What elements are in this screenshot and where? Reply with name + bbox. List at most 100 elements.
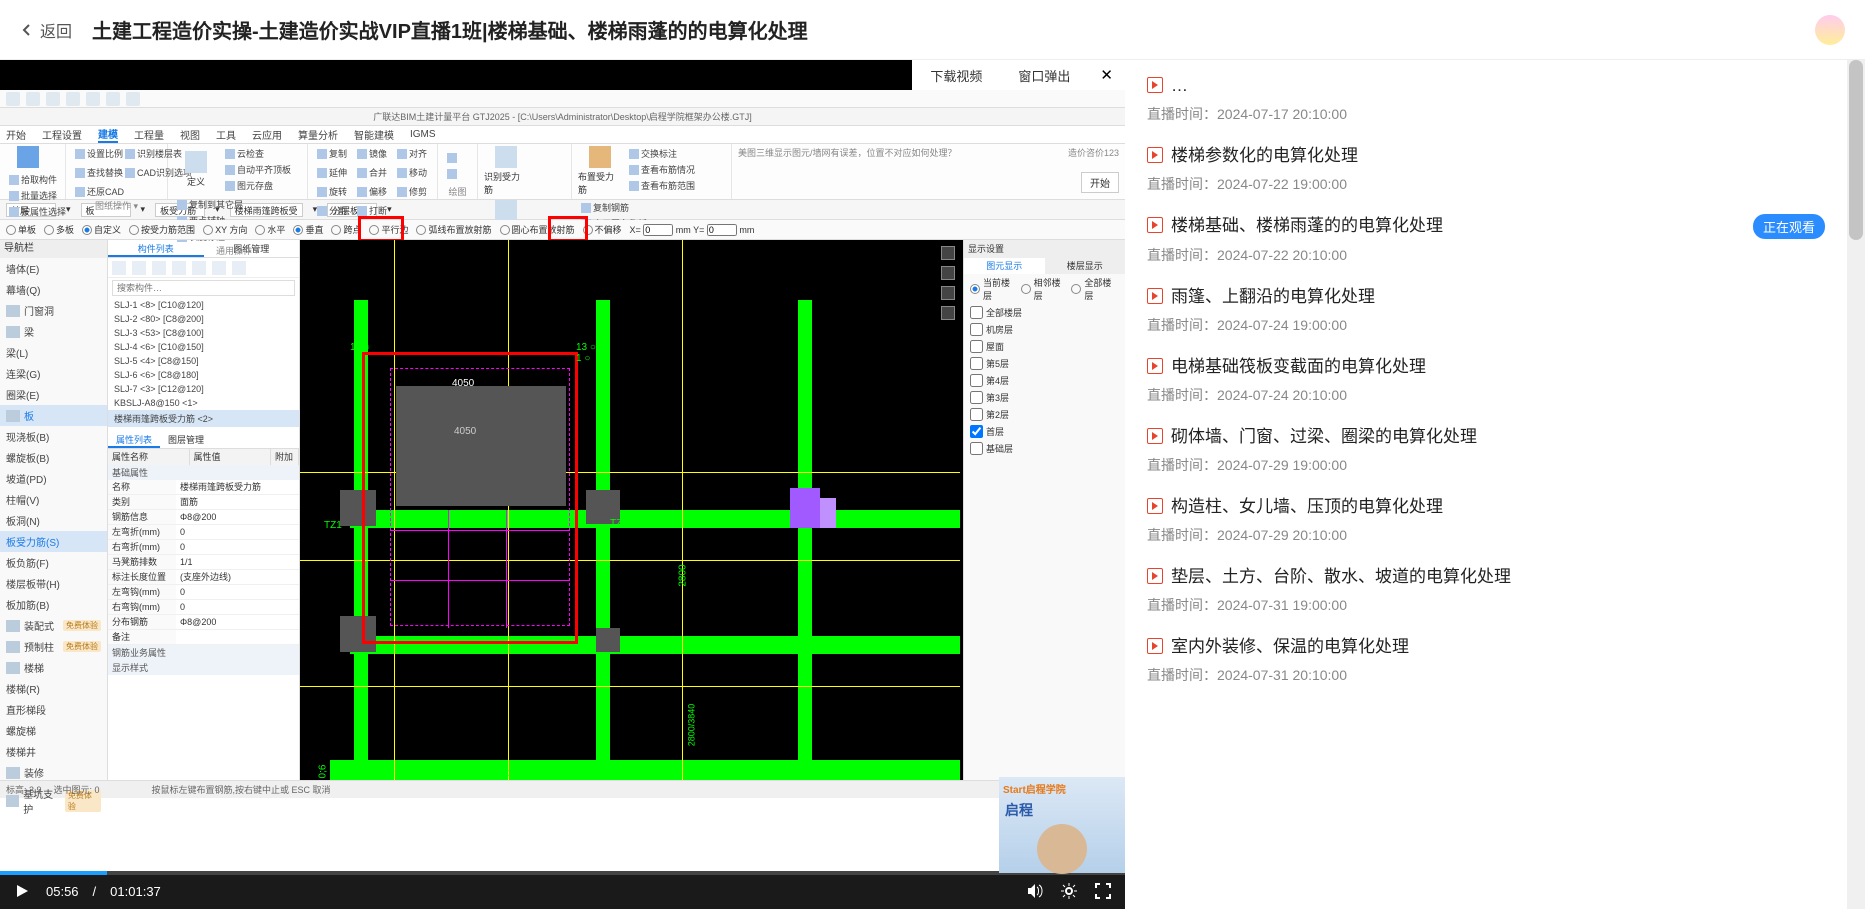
menu-3[interactable]: 工程量	[134, 127, 164, 142]
playlist-item[interactable]: 电梯基础筏板变截面的电算化处理直播时间：2024-07-24 20:10:00	[1125, 345, 1847, 415]
play-icon[interactable]	[12, 881, 32, 901]
floor-item[interactable]: 屋面	[964, 338, 1125, 355]
nav-item[interactable]: 楼梯井	[0, 741, 107, 762]
component-item[interactable]: SLJ-5 <4> [C8@150]	[108, 354, 299, 368]
menu-8[interactable]: 智能建模	[354, 127, 394, 142]
nav-item[interactable]: 螺旋板(B)	[0, 447, 107, 468]
place-opt-3[interactable]: 按受力筋范围	[129, 223, 195, 236]
place-opt-11[interactable]: 不偏移	[583, 223, 622, 236]
menu-9[interactable]: IGMS	[410, 129, 436, 140]
menu-1[interactable]: 工程设置	[42, 127, 82, 142]
component-item[interactable]: KBSLJ-A8@150 <1>	[108, 396, 299, 410]
place-opt-2[interactable]: 自定义	[82, 223, 121, 236]
floor-item[interactable]: 第5层	[964, 355, 1125, 372]
nav-item[interactable]: 装修	[0, 762, 107, 783]
component-item[interactable]: SLJ-3 <53> [C8@100]	[108, 326, 299, 340]
nav-item[interactable]: 现浇板(B)	[0, 426, 107, 447]
playlist-item[interactable]: 砌体墙、门窗、过梁、圈梁的电算化处理直播时间：2024-07-29 19:00:…	[1125, 415, 1847, 485]
fullscreen-icon[interactable]	[1093, 881, 1113, 901]
settings-icon[interactable]	[1059, 881, 1079, 901]
ribbon[interactable]: 拾取构件 批量选择 按属性选择 选择 设置比例 识别楼层表 查找替换 CAD识别…	[0, 144, 1125, 200]
floor-item[interactable]: 第4层	[964, 372, 1125, 389]
floor-item[interactable]: 全部楼层	[964, 304, 1125, 321]
player-controls[interactable]: 05:56 / 01:01:37	[0, 873, 1125, 909]
nav-item[interactable]: 装配式免费体验	[0, 615, 107, 636]
menu-2[interactable]: 建模	[98, 126, 118, 143]
menu-5[interactable]: 工具	[216, 127, 236, 142]
nav-item[interactable]: 板受力筋(S)	[0, 531, 107, 552]
playlist-panel[interactable]: …直播时间：2024-07-17 20:10:00楼梯参数化的电算化处理直播时间…	[1125, 60, 1847, 909]
playlist-item[interactable]: 楼梯基础、楼梯雨蓬的的电算化处理正在观看直播时间：2024-07-22 20:1…	[1125, 204, 1847, 275]
floor-item[interactable]: 第2层	[964, 406, 1125, 423]
place-opt-7[interactable]: 跨点	[331, 223, 361, 236]
nav-item[interactable]: 墙体(E)	[0, 258, 107, 279]
nav-panel[interactable]: 导航栏 墙体(E)幕墙(Q)门窗洞梁梁(L)连梁(G)圈梁(E)板现浇板(B)螺…	[0, 240, 108, 780]
playlist-scrollbar[interactable]	[1847, 60, 1865, 909]
display-settings-panel[interactable]: 显示设置 图元显示 楼层显示 当前楼层 相邻楼层 全部楼层 全部楼层 机房层 屋…	[963, 240, 1125, 780]
popout-window-button[interactable]: 窗口弹出	[1000, 66, 1088, 85]
component-item[interactable]: SLJ-7 <3> [C12@120]	[108, 382, 299, 396]
floor-item[interactable]: 第3层	[964, 389, 1125, 406]
component-search-input[interactable]	[112, 280, 295, 296]
nav-item[interactable]: 圈梁(E)	[0, 384, 107, 405]
playlist-item[interactable]: 垫层、土方、台阶、散水、坡道的电算化处理直播时间：2024-07-31 19:0…	[1125, 555, 1847, 625]
playlist-item[interactable]: 雨篷、上翻沿的电算化处理直播时间：2024-07-24 19:00:00	[1125, 275, 1847, 345]
menubar[interactable]: 开始 工程设置 建模 工程量 视图 工具 云应用 算量分析 智能建模 IGMS	[0, 126, 1125, 144]
nav-item[interactable]: 板加筋(B)	[0, 594, 107, 615]
nav-item[interactable]: 坡道(PD)	[0, 468, 107, 489]
nav-item[interactable]: 预制柱免费体验	[0, 636, 107, 657]
component-item[interactable]: SLJ-6 <6> [C8@180]	[108, 368, 299, 382]
nav-item[interactable]: 板洞(N)	[0, 510, 107, 531]
floor-item[interactable]: 机房层	[964, 321, 1125, 338]
place-opt-10[interactable]: 圆心布置放射筋	[500, 223, 575, 236]
avatar[interactable]	[1815, 15, 1845, 45]
nav-item[interactable]: 直形梯段	[0, 699, 107, 720]
tab-properties[interactable]: 属性列表	[108, 431, 160, 448]
menu-6[interactable]: 云应用	[252, 127, 282, 142]
playlist-item[interactable]: 构造柱、女儿墙、压顶的电算化处理直播时间：2024-07-29 20:10:00	[1125, 485, 1847, 555]
component-item[interactable]: SLJ-2 <80> [C8@200]	[108, 312, 299, 326]
nav-item[interactable]: 柱帽(V)	[0, 489, 107, 510]
download-video-button[interactable]: 下载视频	[912, 66, 1000, 85]
nav-item[interactable]: 楼梯(R)	[0, 678, 107, 699]
back-button[interactable]: 返回	[20, 18, 72, 42]
drawing-canvas[interactable]: 4050 4050 13 ○1 ○ 14 ○ TZ1 TZ1 ATb1 h=13…	[300, 240, 963, 780]
place-opt-8[interactable]: 平行边	[369, 223, 408, 236]
start-button[interactable]: 开始	[1081, 172, 1119, 193]
popup-close-icon[interactable]: ✕	[1088, 66, 1125, 84]
playlist-item[interactable]: 室内外装修、保温的电算化处理直播时间：2024-07-31 20:10:00	[1125, 625, 1847, 695]
playlist-item[interactable]: 楼梯参数化的电算化处理直播时间：2024-07-22 19:00:00	[1125, 134, 1847, 204]
component-item[interactable]: 楼梯雨篷跨板受力筋 <2>	[108, 410, 299, 427]
place-opt-5[interactable]: 水平	[255, 223, 285, 236]
nav-item[interactable]: 板	[0, 405, 107, 426]
nav-item[interactable]: 门窗洞	[0, 300, 107, 321]
quick-access-toolbar[interactable]	[0, 90, 1125, 108]
nav-item[interactable]: 梁	[0, 321, 107, 342]
component-item[interactable]: SLJ-1 <8> [C10@120]	[108, 298, 299, 312]
app-statusbar: 标高: 3.9 选中图元: 0 按鼠标左键布置钢筋,按右键中止或 ESC 取消 …	[0, 780, 1125, 798]
place-opt-0[interactable]: 单板	[6, 223, 36, 236]
tab-layer-mgmt[interactable]: 图层管理	[160, 431, 212, 448]
floor-item[interactable]: 首层	[964, 423, 1125, 440]
volume-icon[interactable]	[1025, 881, 1045, 901]
menu-7[interactable]: 算量分析	[298, 127, 338, 142]
floor-item[interactable]: 基础层	[964, 440, 1125, 457]
place-opt-1[interactable]: 多板	[44, 223, 74, 236]
nav-item[interactable]: 梁(L)	[0, 342, 107, 363]
place-opt-9[interactable]: 弧线布置放射筋	[416, 223, 491, 236]
nav-item[interactable]: 楼梯	[0, 657, 107, 678]
progress-bar[interactable]	[0, 871, 1125, 875]
placement-options-toolbar[interactable]: 单板多板自定义按受力筋范围 XY 方向水平垂直跨点平行边弧线布置放射筋圆心布置放射…	[0, 220, 1125, 240]
menu-0[interactable]: 开始	[6, 127, 26, 142]
place-opt-4[interactable]: XY 方向	[203, 223, 247, 236]
component-item[interactable]: SLJ-4 <6> [C10@150]	[108, 340, 299, 354]
nav-item[interactable]: 幕墙(Q)	[0, 279, 107, 300]
nav-item[interactable]: 连梁(G)	[0, 363, 107, 384]
menu-4[interactable]: 视图	[180, 127, 200, 142]
component-panel[interactable]: 构件列表 图纸管理 SLJ-1 <8> [C10@120]SLJ-2 <80> …	[108, 240, 300, 780]
place-opt-6[interactable]: 垂直	[293, 223, 323, 236]
nav-item[interactable]: 螺旋梯	[0, 720, 107, 741]
nav-item[interactable]: 楼层板带(H)	[0, 573, 107, 594]
playlist-item[interactable]: …直播时间：2024-07-17 20:10:00	[1125, 64, 1847, 134]
nav-item[interactable]: 板负筋(F)	[0, 552, 107, 573]
